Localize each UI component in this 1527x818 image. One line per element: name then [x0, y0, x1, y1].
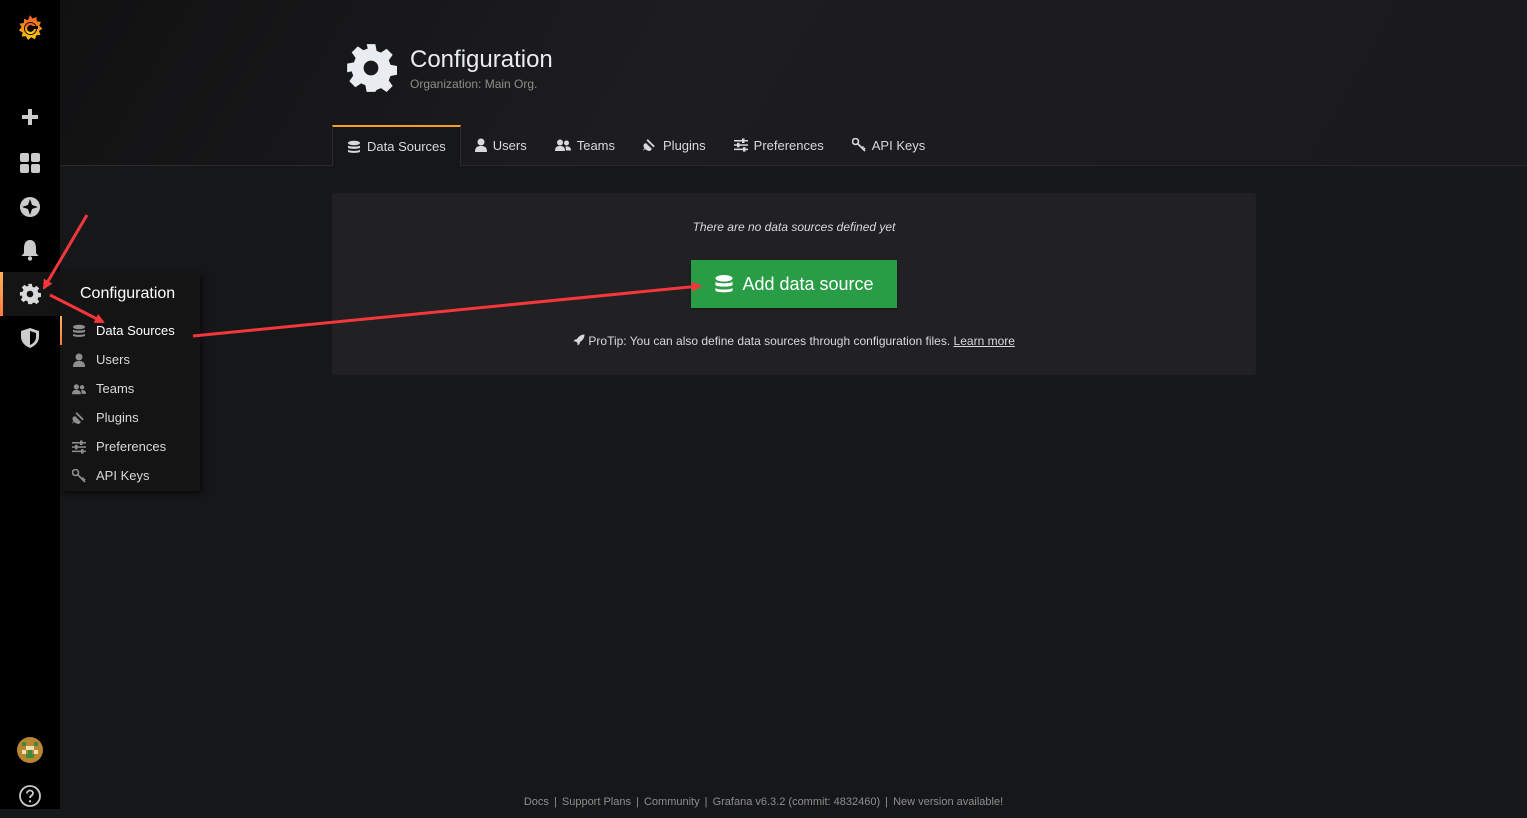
tab-data-sources[interactable]: Data Sources: [332, 125, 461, 166]
tab-plugins[interactable]: Plugins: [629, 125, 720, 165]
flyout-item-users[interactable]: Users: [60, 345, 200, 374]
users-icon: [554, 139, 571, 151]
flyout-item-teams[interactable]: Teams: [60, 374, 200, 403]
learn-more-link[interactable]: Learn more: [954, 334, 1015, 348]
footer-version: Grafana v6.3.2 (commit: 4832460): [712, 796, 881, 808]
bell-icon: [21, 240, 39, 261]
page-header-gear-icon: [345, 42, 398, 99]
plug-icon: [72, 411, 84, 424]
footer-support-link[interactable]: Support Plans: [562, 796, 631, 808]
footer: Docs | Support Plans | Community | Grafa…: [523, 796, 1004, 808]
alerting-button[interactable]: [0, 228, 60, 272]
compass-icon: [20, 197, 40, 217]
user-icon: [474, 138, 487, 152]
dashboards-button[interactable]: [0, 141, 60, 185]
footer-new-version-link[interactable]: New version available!: [893, 796, 1003, 808]
database-icon: [348, 140, 360, 153]
rocket-icon: [573, 334, 585, 346]
flyout-item-label: Data Sources: [96, 323, 175, 338]
tab-preferences[interactable]: Preferences: [720, 125, 838, 165]
plus-icon: [22, 109, 38, 125]
flyout-item-label: API Keys: [96, 468, 150, 483]
tab-preferences-label: Preferences: [753, 137, 824, 153]
tab-teams-label: Teams: [576, 137, 616, 153]
empty-state-message: There are no data sources defined yet: [692, 220, 896, 234]
add-data-source-label: Add data source: [742, 273, 874, 294]
sliders-icon: [733, 138, 748, 152]
tab-teams[interactable]: Teams: [541, 125, 629, 165]
add-data-source-button[interactable]: Add data source: [691, 260, 897, 308]
page-subtitle: Organization: Main Org.: [410, 77, 538, 91]
database-icon: [73, 324, 85, 337]
config-tabs: Data Sources Users Teams Plugins Prefere…: [332, 125, 939, 166]
tab-plugins-label: Plugins: [663, 137, 706, 153]
sliders-icon: [72, 440, 86, 454]
flyout-item-plugins[interactable]: Plugins: [60, 403, 200, 432]
flyout-item-label: Teams: [96, 381, 135, 396]
tab-data-sources-label: Data Sources: [367, 139, 446, 154]
page-title: Configuration: [410, 46, 553, 73]
tab-api-keys[interactable]: API Keys: [838, 125, 939, 165]
configuration-flyout-menu: Configuration Data Sources Users Teams P…: [60, 272, 200, 491]
user-icon: [73, 353, 85, 367]
users-icon: [72, 383, 86, 394]
tab-users[interactable]: Users: [461, 125, 541, 165]
database-icon: [715, 275, 734, 293]
grafana-logo-icon: [18, 15, 43, 40]
protip: ProTip: You can also define data sources…: [332, 334, 1256, 348]
avatar-icon: [17, 737, 43, 763]
profile-avatar[interactable]: [0, 728, 60, 772]
sidebar: [0, 0, 60, 809]
tab-api-keys-label: API Keys: [871, 137, 926, 153]
dashboards-grid-icon: [20, 153, 40, 173]
server-admin-button[interactable]: [0, 316, 60, 360]
key-icon: [851, 138, 866, 152]
flyout-item-preferences[interactable]: Preferences: [60, 432, 200, 461]
flyout-item-api-keys[interactable]: API Keys: [60, 461, 200, 490]
flyout-item-label: Users: [96, 352, 130, 367]
gear-icon: [19, 283, 41, 305]
configuration-button[interactable]: [0, 272, 60, 316]
create-plus-button[interactable]: [0, 95, 60, 139]
flyout-item-label: Plugins: [96, 410, 139, 425]
flyout-item-label: Preferences: [96, 439, 167, 454]
footer-community-link[interactable]: Community: [644, 796, 700, 808]
plug-icon: [643, 139, 655, 151]
footer-docs-link[interactable]: Docs: [524, 796, 549, 808]
tab-users-label: Users: [492, 137, 527, 153]
flyout-title[interactable]: Configuration: [60, 272, 200, 316]
grafana-logo[interactable]: [0, 6, 60, 50]
explore-button[interactable]: [0, 185, 60, 229]
key-icon: [72, 468, 86, 483]
protip-text: ProTip: You can also define data sources…: [588, 334, 951, 348]
shield-icon: [21, 328, 39, 348]
empty-state-panel: There are no data sources defined yet Ad…: [332, 193, 1256, 375]
flyout-item-data-sources[interactable]: Data Sources: [60, 316, 200, 345]
